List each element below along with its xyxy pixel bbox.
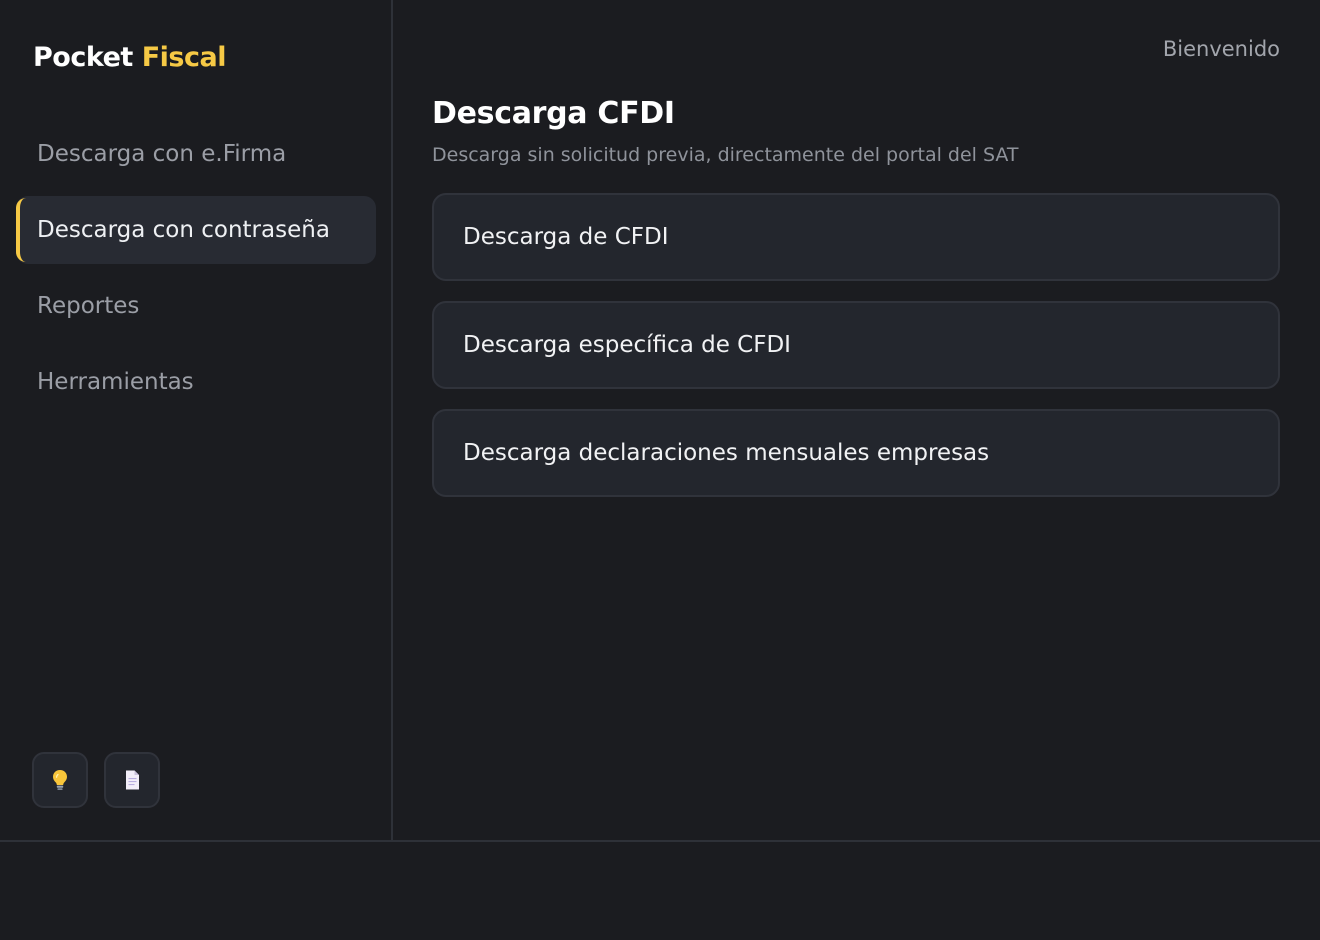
brand-name-part1: Pocket [33,42,133,73]
option-descarga-cfdi[interactable]: Descarga de CFDI [432,193,1280,281]
option-list: Descarga de CFDI Descarga específica de … [432,193,1280,497]
option-label: Descarga específica de CFDI [463,332,791,358]
option-label: Descarga declaraciones mensuales empresa… [463,440,990,466]
page-title: Descarga CFDI [432,96,675,131]
sidebar-nav: Descarga con e.Firma Descarga con contra… [16,120,376,424]
main-content: Descarga CFDI Descarga sin solicitud pre… [432,96,1280,517]
sidebar: Pocket Fiscal Descarga con e.Firma Desca… [0,0,393,840]
documents-button[interactable] [104,752,160,808]
lightbulb-icon [53,770,67,790]
option-descarga-declaraciones[interactable]: Descarga declaraciones mensuales empresa… [432,409,1280,497]
bottom-divider [0,840,1320,842]
sidebar-item-label: Descarga con contraseña [37,217,330,243]
brand-logo: Pocket Fiscal [33,42,226,73]
option-label: Descarga de CFDI [463,224,669,250]
sidebar-item-descarga-contrasena[interactable]: Descarga con contraseña [16,196,376,264]
document-icon [126,770,139,790]
welcome-text: Bienvenido [1162,37,1280,61]
app-window: Pocket Fiscal Descarga con e.Firma Desca… [0,0,1320,940]
option-descarga-especifica-cfdi[interactable]: Descarga específica de CFDI [432,301,1280,389]
sidebar-item-reportes[interactable]: Reportes [16,272,376,340]
sidebar-footer [32,752,160,808]
sidebar-item-descarga-efirma[interactable]: Descarga con e.Firma [16,120,376,188]
sidebar-item-label: Descarga con e.Firma [37,141,287,167]
brand-name-part2: Fiscal [141,42,227,73]
page-subtitle: Descarga sin solicitud previa, directame… [432,144,1019,166]
sidebar-item-herramientas[interactable]: Herramientas [16,348,376,416]
tips-button[interactable] [32,752,88,808]
sidebar-item-label: Herramientas [37,369,194,395]
sidebar-item-label: Reportes [37,293,140,319]
